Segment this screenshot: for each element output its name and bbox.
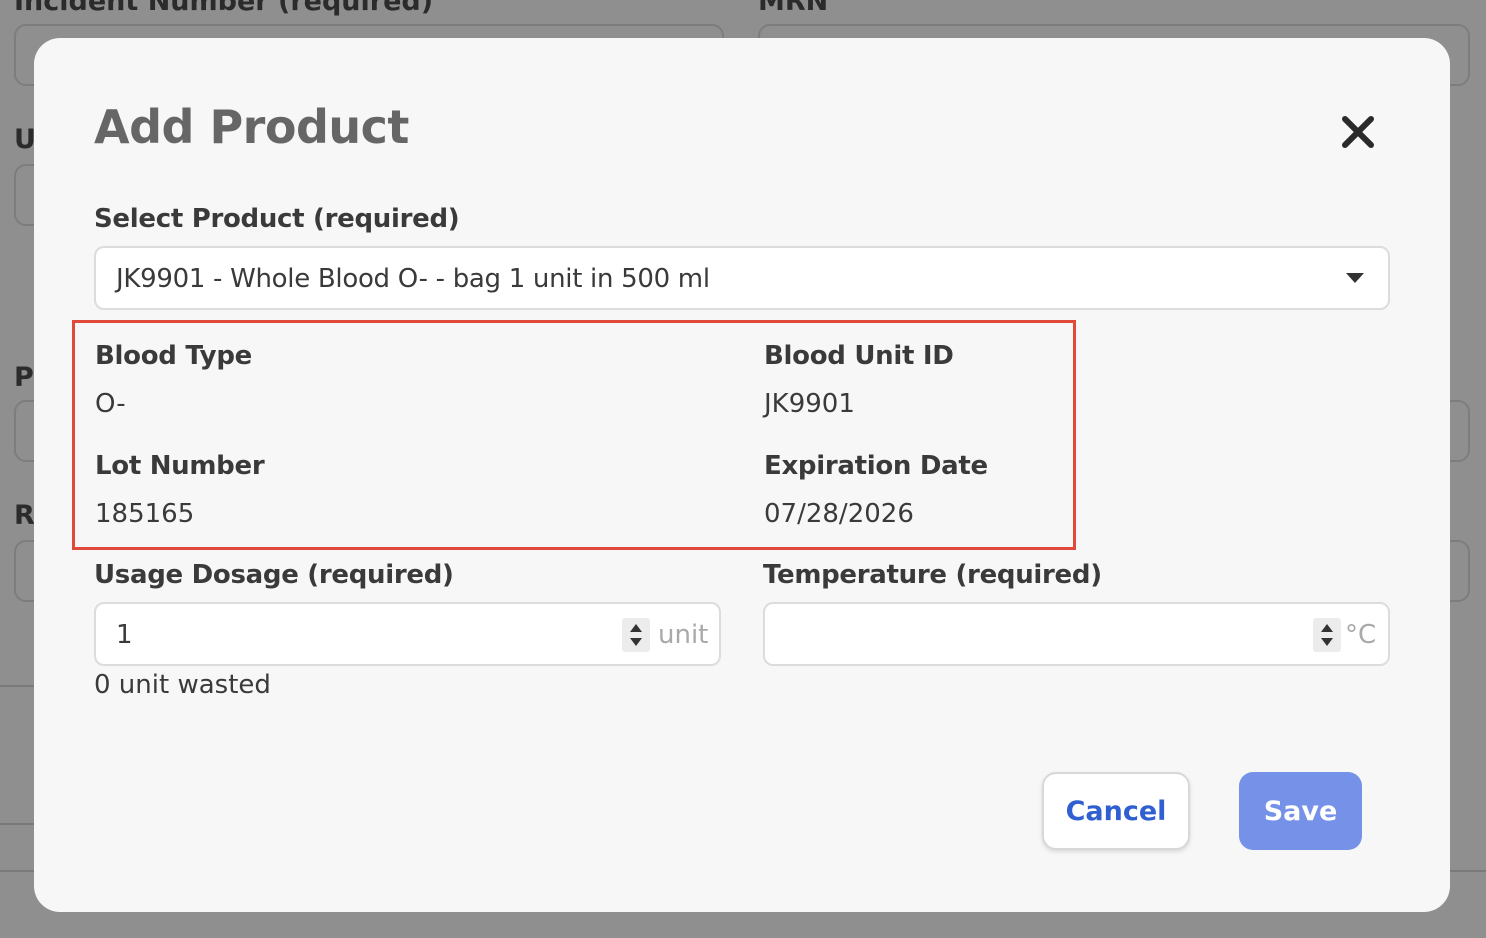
spin-down-icon (630, 638, 642, 646)
temperature-input[interactable]: °C (763, 602, 1390, 666)
usage-wasted-helper: 0 unit wasted (94, 670, 271, 700)
add-product-modal: Add Product Select Product (required) JK… (34, 38, 1450, 912)
cancel-button[interactable]: Cancel (1042, 772, 1190, 850)
close-button[interactable] (1334, 108, 1382, 156)
usage-dosage-label: Usage Dosage (required) (94, 560, 454, 590)
expiration-date-label: Expiration Date (764, 451, 988, 481)
spin-down-icon (1321, 638, 1333, 646)
chevron-down-icon (1346, 273, 1364, 283)
usage-dosage-spinner[interactable] (622, 618, 650, 652)
blood-unit-id-value: JK9901 (764, 389, 855, 419)
lot-number-value: 185165 (95, 499, 195, 529)
usage-dosage-value: 1 (116, 620, 133, 650)
temperature-unit: °C (1345, 620, 1377, 650)
usage-dosage-unit: unit (658, 620, 709, 650)
bg-label-mrn: MRN (758, 0, 829, 17)
select-product-value: JK9901 - Whole Blood O- - bag 1 unit in … (116, 264, 710, 294)
product-details-box: Blood Type O- Blood Unit ID JK9901 Lot N… (72, 320, 1076, 550)
select-product-label: Select Product (required) (94, 204, 460, 234)
lot-number-label: Lot Number (95, 451, 265, 481)
temperature-spinner[interactable] (1313, 618, 1341, 652)
save-button[interactable]: Save (1239, 772, 1362, 850)
modal-title: Add Product (94, 100, 409, 154)
spin-up-icon (630, 624, 642, 632)
blood-unit-id-label: Blood Unit ID (764, 341, 954, 371)
expiration-date-value: 07/28/2026 (764, 499, 914, 529)
close-icon (1342, 116, 1374, 148)
select-product-dropdown[interactable]: JK9901 - Whole Blood O- - bag 1 unit in … (94, 246, 1390, 310)
temperature-label: Temperature (required) (763, 560, 1102, 590)
bg-label-incident: Incident Number (required) (14, 0, 434, 17)
usage-dosage-input[interactable]: 1 unit (94, 602, 721, 666)
bg-label-u: U (14, 124, 36, 155)
blood-type-value: O- (95, 389, 126, 419)
bg-label-r: R (14, 500, 35, 531)
blood-type-label: Blood Type (95, 341, 252, 371)
spin-up-icon (1321, 624, 1333, 632)
